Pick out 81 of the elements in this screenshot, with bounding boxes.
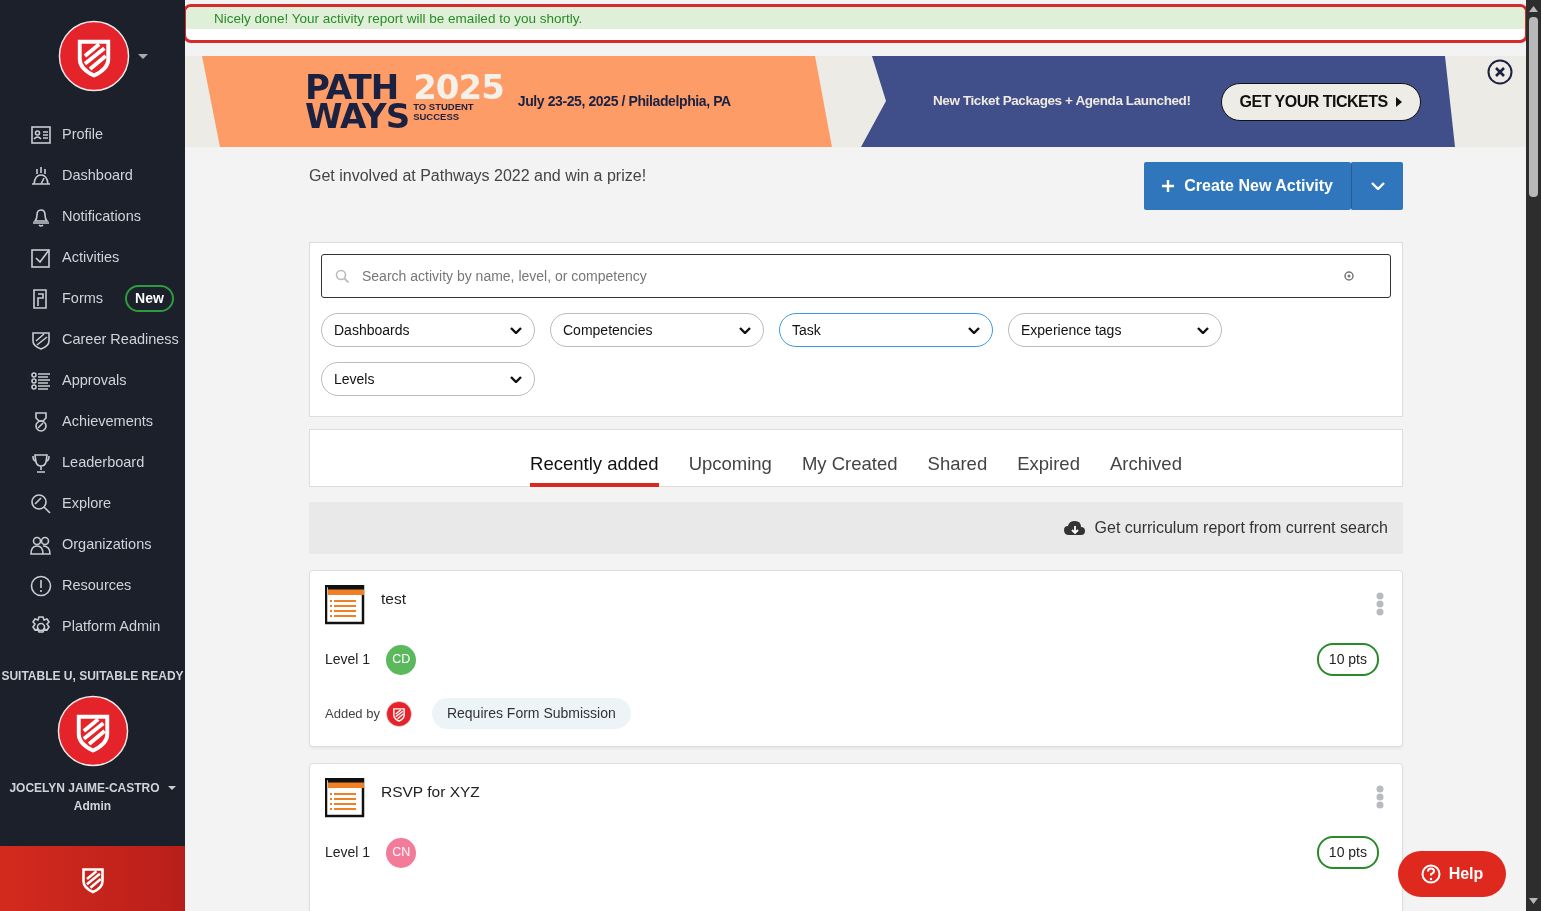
competency-badge: CD [386,644,417,675]
help-button[interactable]: Help [1398,851,1506,897]
sidebar-item[interactable]: Leaderboard [0,442,185,483]
activity-card[interactable]: test Level 1 CD 10 pts Added by Requires Form Submission [309,570,1403,747]
caret-icon[interactable] [137,53,148,59]
kebab-icon [1376,784,1384,809]
plus-icon [1162,180,1175,192]
new-badge: New [125,285,174,312]
list-icon [30,369,52,392]
announcement-text: New Ticket Packages + Agenda Launched! [933,92,1191,111]
chevron-icon [1370,182,1385,190]
form-icon [325,778,365,818]
org-name: SUITABLE U, SUITABLE READY [0,668,185,685]
sidebar-item[interactable]: Career Readiness [0,319,185,360]
play-icon [1395,96,1402,107]
dropdown-toggle-button[interactable] [1351,162,1403,210]
trophy-icon [30,451,52,474]
logo-tagline: TO STUDENT SUCCESS [413,101,475,122]
sidebar-item[interactable]: Dashboard [0,155,185,196]
sidebar-item[interactable]: Profile [0,114,185,155]
tab[interactable]: Archived [1109,430,1182,487]
filter-dropdown[interactable]: Experience tags [1008,313,1222,347]
sidebar-item[interactable]: Approvals [0,360,185,401]
clear-icon[interactable] [1344,271,1354,281]
intro-text: Get involved at Pathways 2022 and win a prize! [309,166,647,186]
tickets-button[interactable]: GET YOUR TICKETS [1220,82,1421,121]
event-dates: July 23-25, 2025 / Philadelphia, PA [517,92,731,111]
logo-text: WAYS [305,101,410,131]
tab[interactable]: Upcoming [688,430,772,487]
added-by-label: Added by [325,704,380,723]
filter-dropdown[interactable]: Dashboards [321,313,535,347]
success-toast: Nicely done! Your activity report will be emailed to you shortly. [186,7,1525,29]
close-button[interactable] [1487,59,1513,85]
user-name[interactable]: JOCELYN JAIME-CASTRO [9,779,160,797]
creator-avatar [385,700,412,727]
level-text: Level 1 [325,843,371,862]
close-icon [1487,59,1513,85]
requirement-tag: Requires Form Submission [431,698,631,729]
logo-text: PATH [305,72,399,102]
chevron-icon [510,375,522,383]
sidebar-item[interactable]: Activities [0,237,185,278]
sidebar-item[interactable]: Platform Admin [0,606,185,647]
question-icon [1420,864,1441,884]
activity-title: RSVP for XYZ [381,782,480,802]
form-icon [325,585,365,625]
report-link[interactable]: Get curriculum report from current search [1094,516,1388,540]
activity-title: test [381,589,406,609]
level-text: Level 1 [325,650,371,669]
caret-icon[interactable] [167,786,176,790]
sidebar-item[interactable]: Forms New [0,278,185,319]
dashboard-icon [30,164,52,187]
filter-dropdown[interactable]: Task [779,313,993,347]
user-role: Admin [72,798,113,815]
activity-card[interactable]: RSVP for XYZ Level 1 CN 10 pts [309,763,1403,911]
tab[interactable]: Expired [1017,430,1080,487]
sidebar-item[interactable]: Explore [0,483,185,524]
competency-badge: CN [386,837,417,868]
chevron-icon [1197,326,1209,334]
search-icon [30,492,52,515]
sidebar-item[interactable]: Resources [0,565,185,606]
sidebar-item[interactable]: Organizations [0,524,185,565]
create-activity-button[interactable]: Create New Activity [1144,162,1351,210]
chevron-icon [968,326,980,334]
sidebar-item[interactable]: Achievements [0,401,185,442]
tab[interactable]: Shared [927,430,988,487]
tab[interactable]: Recently added [530,430,659,487]
points-badge: 10 pts [1316,643,1379,676]
sidebar-item[interactable]: Notifications [0,196,185,237]
filter-dropdown[interactable]: Levels [321,362,535,396]
checkbox-icon [30,246,52,269]
cloud-download-icon [1063,520,1085,536]
kebab-icon [1376,591,1384,616]
filter-dropdown[interactable]: Competencies [550,313,764,347]
search-field[interactable]: Search activity by name, level, or competency [321,254,1391,298]
alert-icon [30,574,52,597]
chevron-icon [510,326,522,334]
logo-year: 2025 [413,72,504,102]
points-badge: 10 pts [1316,836,1379,869]
chevron-icon [739,326,751,334]
profile-icon [30,123,52,146]
tab[interactable]: My Created [801,430,898,487]
